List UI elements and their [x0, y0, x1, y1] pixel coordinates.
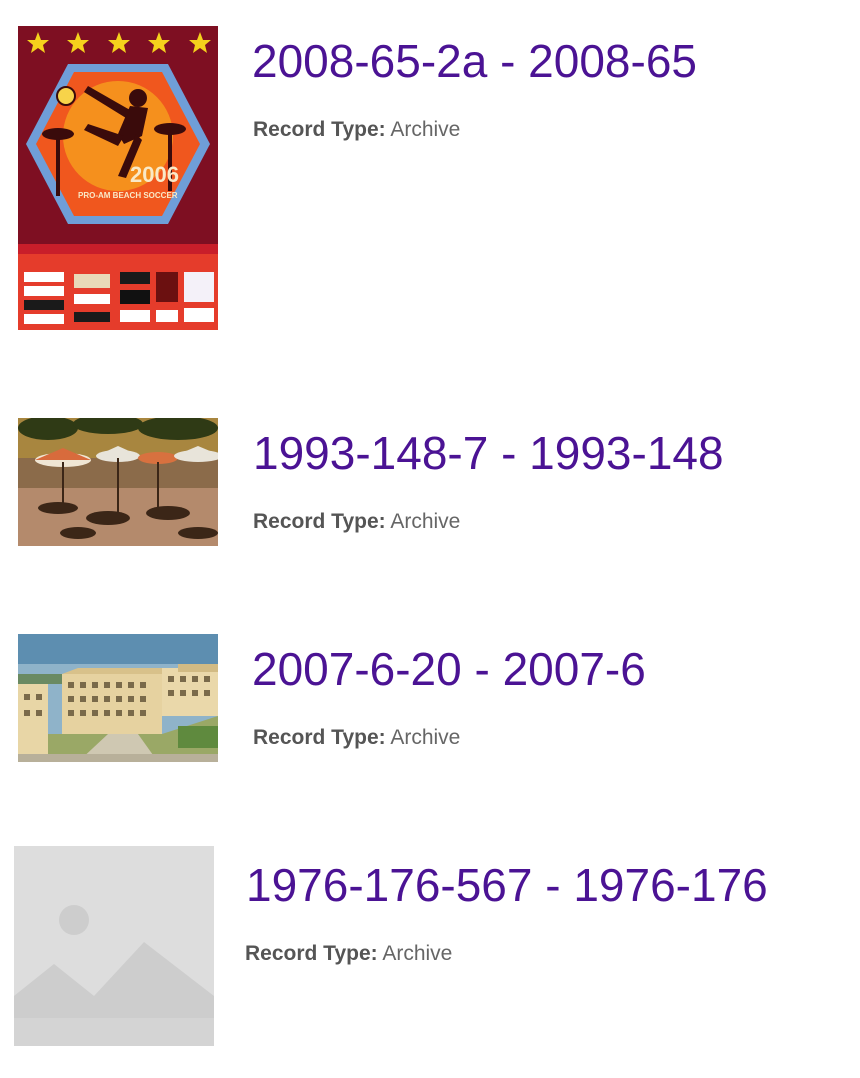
record-title[interactable]: 1993-148-7 - 1993-148: [253, 428, 724, 478]
record-type-value: Archive: [390, 118, 461, 141]
record-title[interactable]: 1976-176-567 - 1976-176: [246, 860, 768, 910]
record-thumbnail[interactable]: [18, 418, 218, 546]
record-item: 2007-6-20 - 2007-6 Record Type: Archive: [0, 600, 860, 800]
record-type: Record Type: Archive: [253, 725, 460, 751]
record-item: 1993-148-7 - 1993-148 Record Type: Archi…: [0, 400, 860, 600]
image-placeholder-icon: [14, 846, 214, 1046]
record-type: Record Type: Archive: [245, 941, 452, 967]
record-type-value: Archive: [390, 510, 461, 533]
apartment-buildings-photo-image: [18, 634, 218, 762]
record-thumbnail[interactable]: [18, 634, 218, 762]
patio-umbrellas-photo-image: [18, 418, 218, 546]
record-type: Record Type: Archive: [253, 509, 460, 535]
record-thumbnail[interactable]: 2006 PRO-AM BEACH SOCCER: [18, 26, 218, 330]
record-type-label: Record Type:: [253, 510, 386, 533]
record-item: 1976-176-567 - 1976-176 Record Type: Arc…: [0, 800, 860, 1078]
record-type-value: Archive: [382, 942, 453, 965]
record-title[interactable]: 2008-65-2a - 2008-65: [252, 36, 697, 86]
record-type-label: Record Type:: [253, 118, 386, 141]
record-type-label: Record Type:: [245, 942, 378, 965]
svg-text:2006: 2006: [130, 162, 179, 187]
record-type: Record Type: Archive: [253, 117, 460, 143]
record-item: 2006 PRO-AM BEACH SOCCER 2008-65-2a - 20…: [0, 0, 860, 400]
record-type-value: Archive: [390, 726, 461, 749]
beach-soccer-poster-image: 2006 PRO-AM BEACH SOCCER: [18, 26, 218, 330]
record-thumbnail[interactable]: [14, 846, 214, 1046]
record-type-label: Record Type:: [253, 726, 386, 749]
svg-text:PRO-AM BEACH SOCCER: PRO-AM BEACH SOCCER: [78, 191, 178, 200]
record-title[interactable]: 2007-6-20 - 2007-6: [252, 644, 646, 694]
